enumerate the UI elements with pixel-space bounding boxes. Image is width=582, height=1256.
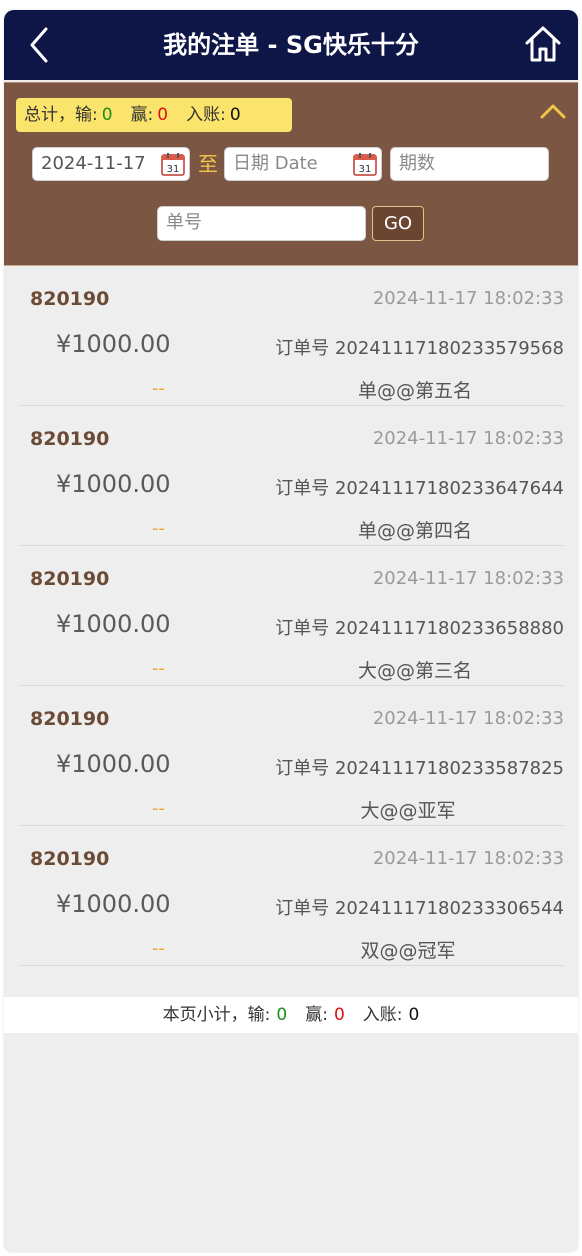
bet-result: -- xyxy=(152,938,165,959)
subtotal-win-value: 0 xyxy=(333,1005,345,1025)
total-lose-label: 总计，输: xyxy=(24,105,98,125)
bet-result: -- xyxy=(152,518,165,539)
bet-time: 2024-11-17 18:02:33 xyxy=(372,428,564,449)
bet-result: -- xyxy=(152,378,165,399)
collapse-filter-button[interactable] xyxy=(538,99,568,123)
bet-content: 大@@第三名 xyxy=(358,660,473,682)
total-lose-value: 0 xyxy=(101,105,113,125)
bet-time: 2024-11-17 18:02:33 xyxy=(372,708,564,729)
date-range-separator: 至 xyxy=(198,152,218,176)
bet-amount: ¥1000.00 xyxy=(56,890,171,918)
total-account-value: 0 xyxy=(229,105,241,125)
calendar-icon[interactable]: 31 xyxy=(161,152,185,176)
bet-time: 2024-11-17 18:02:33 xyxy=(372,568,564,589)
go-button[interactable]: GO xyxy=(372,206,424,241)
svg-text:31: 31 xyxy=(167,164,180,175)
home-icon xyxy=(525,26,561,62)
start-date-value: 2024-11-17 xyxy=(41,153,146,174)
back-button[interactable] xyxy=(26,25,56,65)
page-title: 我的注单 - SG快乐十分 xyxy=(163,31,419,59)
bet-result: -- xyxy=(152,798,165,819)
bet-result: -- xyxy=(152,658,165,679)
chevron-left-icon xyxy=(30,27,48,63)
bet-time: 2024-11-17 18:02:33 xyxy=(372,288,564,309)
end-date-input[interactable]: 日期 Date 31 xyxy=(224,147,382,181)
subtotal-lose-value: 0 xyxy=(276,1005,288,1025)
chevron-up-icon xyxy=(540,104,566,119)
page-subtotal-bar: 本页小计，输: 0 赢: 0 入账: 0 xyxy=(4,997,578,1033)
bet-period: 820190 xyxy=(30,428,110,450)
subtotal-win-label: 赢: xyxy=(305,1005,328,1025)
list-item[interactable]: 820190 2024-11-17 18:02:33 ¥1000.00 订单号 … xyxy=(18,266,564,406)
home-button[interactable] xyxy=(524,24,562,64)
bet-amount: ¥1000.00 xyxy=(56,330,171,358)
bet-order-number: 订单号 20241117180233587825 xyxy=(275,758,564,779)
bet-order-number: 订单号 20241117180233579568 xyxy=(275,338,564,359)
bet-content: 大@@亚军 xyxy=(360,800,456,822)
bet-period: 820190 xyxy=(30,568,110,590)
list-item[interactable]: 820190 2024-11-17 18:02:33 ¥1000.00 订单号 … xyxy=(18,826,564,966)
total-account-label: 入账: xyxy=(186,105,226,125)
bet-amount: ¥1000.00 xyxy=(56,610,171,638)
subtotal-account-value: 0 xyxy=(408,1005,420,1025)
header-bar: 我的注单 - SG快乐十分 xyxy=(4,10,578,80)
bet-content: 单@@第五名 xyxy=(358,380,473,402)
bet-period: 820190 xyxy=(30,708,110,730)
total-win-label: 赢: xyxy=(130,105,154,125)
list-item[interactable]: 820190 2024-11-17 18:02:33 ¥1000.00 订单号 … xyxy=(18,406,564,546)
bet-content: 单@@第四名 xyxy=(358,520,473,542)
bet-time: 2024-11-17 18:02:33 xyxy=(372,848,564,869)
start-date-input[interactable]: 2024-11-17 31 xyxy=(32,147,190,181)
bet-list: 820190 2024-11-17 18:02:33 ¥1000.00 订单号 … xyxy=(18,266,564,966)
total-summary-badge: 总计，输: 0 赢: 0 入账: 0 xyxy=(16,98,292,132)
bet-amount: ¥1000.00 xyxy=(56,470,171,498)
order-number-input[interactable]: 单号 xyxy=(157,206,366,241)
period-placeholder: 期数 xyxy=(399,153,435,174)
svg-text:31: 31 xyxy=(359,164,372,175)
bet-content: 双@@冠军 xyxy=(360,940,456,962)
period-input[interactable]: 期数 xyxy=(390,147,549,181)
total-win-value: 0 xyxy=(157,105,169,125)
filter-panel: 总计，输: 0 赢: 0 入账: 0 2024-11-17 31 至 日期 Date xyxy=(4,82,578,266)
list-item[interactable]: 820190 2024-11-17 18:02:33 ¥1000.00 订单号 … xyxy=(18,686,564,826)
bet-order-number: 订单号 20241117180233658880 xyxy=(275,618,564,639)
order-number-placeholder: 单号 xyxy=(166,212,202,233)
bet-amount: ¥1000.00 xyxy=(56,750,171,778)
list-item[interactable]: 820190 2024-11-17 18:02:33 ¥1000.00 订单号 … xyxy=(18,546,564,686)
subtotal-lose-label: 本页小计，输: xyxy=(162,1005,271,1025)
bet-period: 820190 xyxy=(30,288,110,310)
calendar-icon[interactable]: 31 xyxy=(353,152,377,176)
app-frame: 我的注单 - SG快乐十分 总计，输: 0 赢: 0 入账: 0 2024-11-17 xyxy=(4,10,578,1252)
bet-period: 820190 xyxy=(30,848,110,870)
bet-order-number: 订单号 20241117180233647644 xyxy=(275,478,564,499)
bet-order-number: 订单号 20241117180233306544 xyxy=(275,898,564,919)
subtotal-account-label: 入账: xyxy=(362,1005,403,1025)
end-date-placeholder: 日期 Date xyxy=(233,153,318,174)
